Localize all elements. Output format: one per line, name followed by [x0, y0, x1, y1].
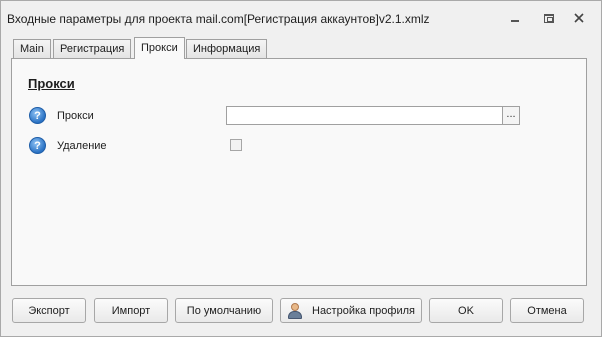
close-button[interactable] — [570, 10, 588, 26]
minimize-button[interactable] — [506, 10, 524, 26]
close-icon — [574, 13, 584, 23]
profile-settings-label: Настройка профиля — [312, 304, 415, 317]
maximize-button[interactable] — [540, 10, 558, 26]
help-icon[interactable]: ? — [29, 137, 46, 154]
cancel-button[interactable]: Отмена — [510, 298, 584, 323]
minimize-icon — [511, 20, 519, 22]
export-button[interactable]: Экспорт — [12, 298, 86, 323]
section-title: Прокси — [28, 76, 75, 91]
defaults-button[interactable]: По умолчанию — [175, 298, 273, 323]
help-icon[interactable]: ? — [29, 107, 46, 124]
tab-main[interactable]: Main — [13, 39, 51, 58]
proxy-input[interactable] — [226, 106, 503, 125]
delete-checkbox[interactable] — [230, 139, 242, 151]
user-profile-icon — [287, 302, 303, 319]
dialog-window: Входные параметры для проекта mail.com[Р… — [0, 0, 602, 337]
profile-settings-button[interactable]: Настройка профиля — [280, 298, 422, 323]
proxy-label: Прокси — [57, 110, 94, 122]
delete-label: Удаление — [57, 140, 107, 152]
maximize-icon — [544, 13, 554, 23]
window-title: Входные параметры для проекта mail.com[Р… — [7, 12, 430, 26]
tab-panel-proxy: Прокси ? Прокси ... ? Удаление — [11, 58, 587, 286]
import-button[interactable]: Импорт — [94, 298, 168, 323]
tab-proxy[interactable]: Прокси — [134, 37, 185, 59]
tab-information[interactable]: Информация — [186, 39, 268, 58]
title-bar[interactable]: Входные параметры для проекта mail.com[Р… — [1, 1, 601, 35]
tab-registration[interactable]: Регистрация — [53, 39, 132, 58]
browse-button[interactable]: ... — [502, 106, 520, 125]
ok-button[interactable]: OK — [429, 298, 503, 323]
